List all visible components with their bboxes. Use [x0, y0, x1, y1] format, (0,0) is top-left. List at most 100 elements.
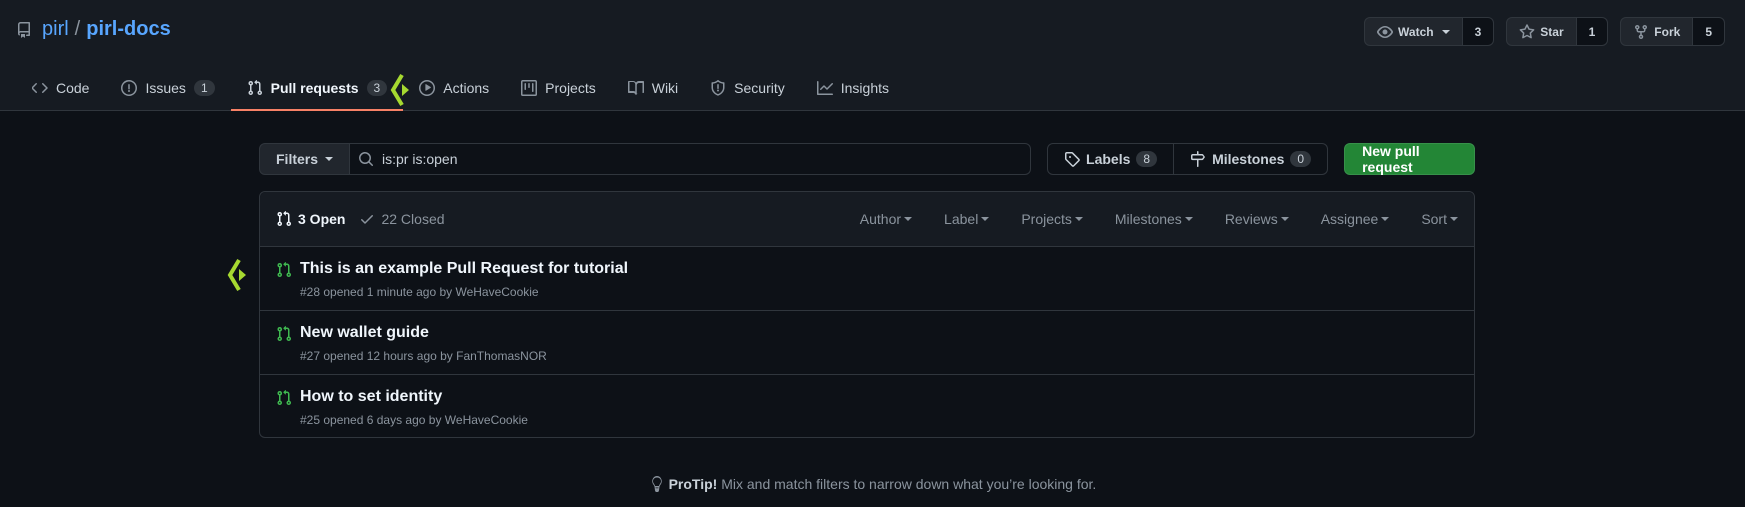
watch-count[interactable]: 3: [1462, 17, 1495, 46]
pr-meta: #28 opened 1 minute ago by WeHaveCookie: [300, 285, 539, 299]
issue-icon: [121, 79, 138, 96]
repo-owner-link[interactable]: pirl: [42, 18, 69, 41]
repo-separator: /: [74, 18, 81, 40]
closed-count-label: 22 Closed: [381, 211, 445, 227]
shield-icon: [711, 79, 725, 96]
tab-label: Pull requests: [270, 79, 359, 96]
sort-menus: Author Label Projects Milestones Reviews…: [844, 211, 1458, 227]
watch-label: Watch: [1398, 24, 1434, 39]
list-item: How to set identity #25 opened 6 days ag…: [260, 375, 1474, 439]
star-label: Star: [1540, 24, 1564, 39]
search-box: [350, 143, 1032, 175]
graph-icon: [816, 80, 833, 95]
chevron-down-icon: [1450, 217, 1458, 221]
tab-wiki[interactable]: Wiki: [612, 64, 694, 111]
chevron-down-icon: [1184, 217, 1193, 221]
cursor-marker-icon: [390, 73, 409, 107]
pr-title-link[interactable]: New wallet guide: [300, 324, 547, 342]
chevron-down-icon: [1381, 217, 1390, 221]
protip-label: ProTip!: [668, 476, 718, 492]
play-icon: [419, 79, 436, 96]
tab-issues[interactable]: Issues 1: [105, 64, 230, 111]
chevron-down-icon: [981, 217, 990, 221]
protip-text: Mix and match filters to narrow down wha…: [717, 476, 1097, 492]
issues-counter: 1: [193, 79, 215, 96]
open-filter-link[interactable]: 3 Open: [276, 211, 345, 227]
pr-title-link[interactable]: This is an example Pull Request for tuto…: [300, 260, 628, 278]
label-menu[interactable]: Label: [928, 211, 1005, 227]
projects-menu[interactable]: Projects: [1005, 211, 1099, 227]
repo-header: pirl / pirl-docs Watch 3 Star 1 Fork 5 C…: [0, 0, 1745, 111]
pr-body: This is an example Pull Request for tuto…: [300, 260, 628, 310]
project-icon: [521, 79, 538, 96]
author-menu[interactable]: Author: [844, 211, 928, 227]
tab-label: Security: [734, 79, 785, 96]
tab-label: Insights: [840, 79, 889, 96]
sort-menu[interactable]: Sort: [1405, 211, 1458, 227]
tab-code[interactable]: Code: [16, 64, 105, 111]
tab-actions[interactable]: Actions: [403, 64, 505, 111]
assignee-menu[interactable]: Assignee: [1305, 211, 1406, 227]
open-pull-request-icon: [277, 262, 291, 277]
chevron-down-icon: [1074, 217, 1083, 221]
subnav: Filters Labels 8 Milestones 0 New pull r…: [259, 143, 1475, 175]
tab-pull-requests[interactable]: Pull requests 3: [230, 64, 404, 111]
chevron-down-icon: [1280, 217, 1289, 221]
state-links: 3 Open 22 Closed: [276, 211, 445, 227]
watch-button[interactable]: Watch: [1364, 17, 1463, 46]
menu-label: Sort: [1421, 211, 1447, 227]
closed-filter-link[interactable]: 22 Closed: [359, 211, 445, 227]
menu-label: Milestones: [1114, 211, 1182, 227]
pr-title-link[interactable]: How to set identity: [300, 388, 528, 406]
pr-meta: #27 opened 12 hours ago by FanThomasNOR: [300, 349, 547, 363]
watch-group: Watch 3: [1364, 17, 1495, 46]
tab-label: Wiki: [651, 79, 679, 96]
star-icon: [1519, 23, 1535, 38]
filters-button[interactable]: Filters: [259, 143, 351, 175]
list-header: 3 Open 22 Closed Author Label Projects M…: [260, 192, 1474, 247]
reviews-menu[interactable]: Reviews: [1209, 211, 1305, 227]
menu-label: Label: [944, 211, 979, 227]
pr-meta: #25 opened 6 days ago by WeHaveCookie: [300, 413, 528, 427]
tab-insights[interactable]: Insights: [801, 64, 905, 111]
open-pull-request-icon: [277, 326, 291, 341]
labels-count: 8: [1136, 151, 1158, 167]
search-input[interactable]: [382, 151, 1023, 167]
labels-button[interactable]: Labels 8: [1047, 143, 1175, 175]
repo-title: pirl / pirl-docs: [16, 18, 171, 41]
tab-label: Projects: [545, 79, 596, 96]
open-count-label: 3 Open: [298, 211, 346, 227]
milestones-menu[interactable]: Milestones: [1099, 211, 1209, 227]
repo-name-link[interactable]: pirl-docs: [86, 18, 170, 41]
list-item: New wallet guide #27 opened 12 hours ago…: [260, 311, 1474, 375]
repo-icon: [17, 21, 30, 38]
star-group: Star 1: [1506, 17, 1609, 46]
fork-button[interactable]: Fork: [1620, 17, 1694, 46]
new-pull-request-button[interactable]: New pull request: [1344, 143, 1475, 175]
fork-label: Fork: [1654, 24, 1681, 39]
milestones-label: Milestones: [1212, 151, 1285, 167]
fork-count[interactable]: 5: [1693, 17, 1725, 46]
open-pull-request-icon: [277, 390, 291, 405]
fork-icon: [1635, 24, 1648, 39]
pr-body: New wallet guide #27 opened 12 hours ago…: [300, 324, 547, 374]
milestones-button[interactable]: Milestones 0: [1174, 143, 1329, 175]
search-icon: [359, 152, 373, 166]
check-icon: [361, 215, 374, 224]
milestone-icon: [1191, 151, 1205, 167]
light-bulb-icon: [651, 476, 662, 492]
tab-label: Issues: [145, 79, 186, 96]
tab-projects[interactable]: Projects: [505, 64, 612, 111]
filters-label: Filters: [276, 151, 319, 167]
menu-label: Reviews: [1224, 211, 1278, 227]
book-icon: [627, 80, 644, 95]
menu-label: Assignee: [1320, 211, 1379, 227]
star-count[interactable]: 1: [1576, 17, 1609, 46]
pull-request-icon: [248, 79, 262, 95]
chevron-down-icon: [1441, 29, 1450, 34]
code-icon: [32, 82, 48, 93]
star-button[interactable]: Star: [1506, 17, 1577, 46]
chevron-down-icon: [904, 217, 913, 221]
milestones-count: 0: [1290, 151, 1312, 167]
tab-security[interactable]: Security: [694, 64, 801, 111]
